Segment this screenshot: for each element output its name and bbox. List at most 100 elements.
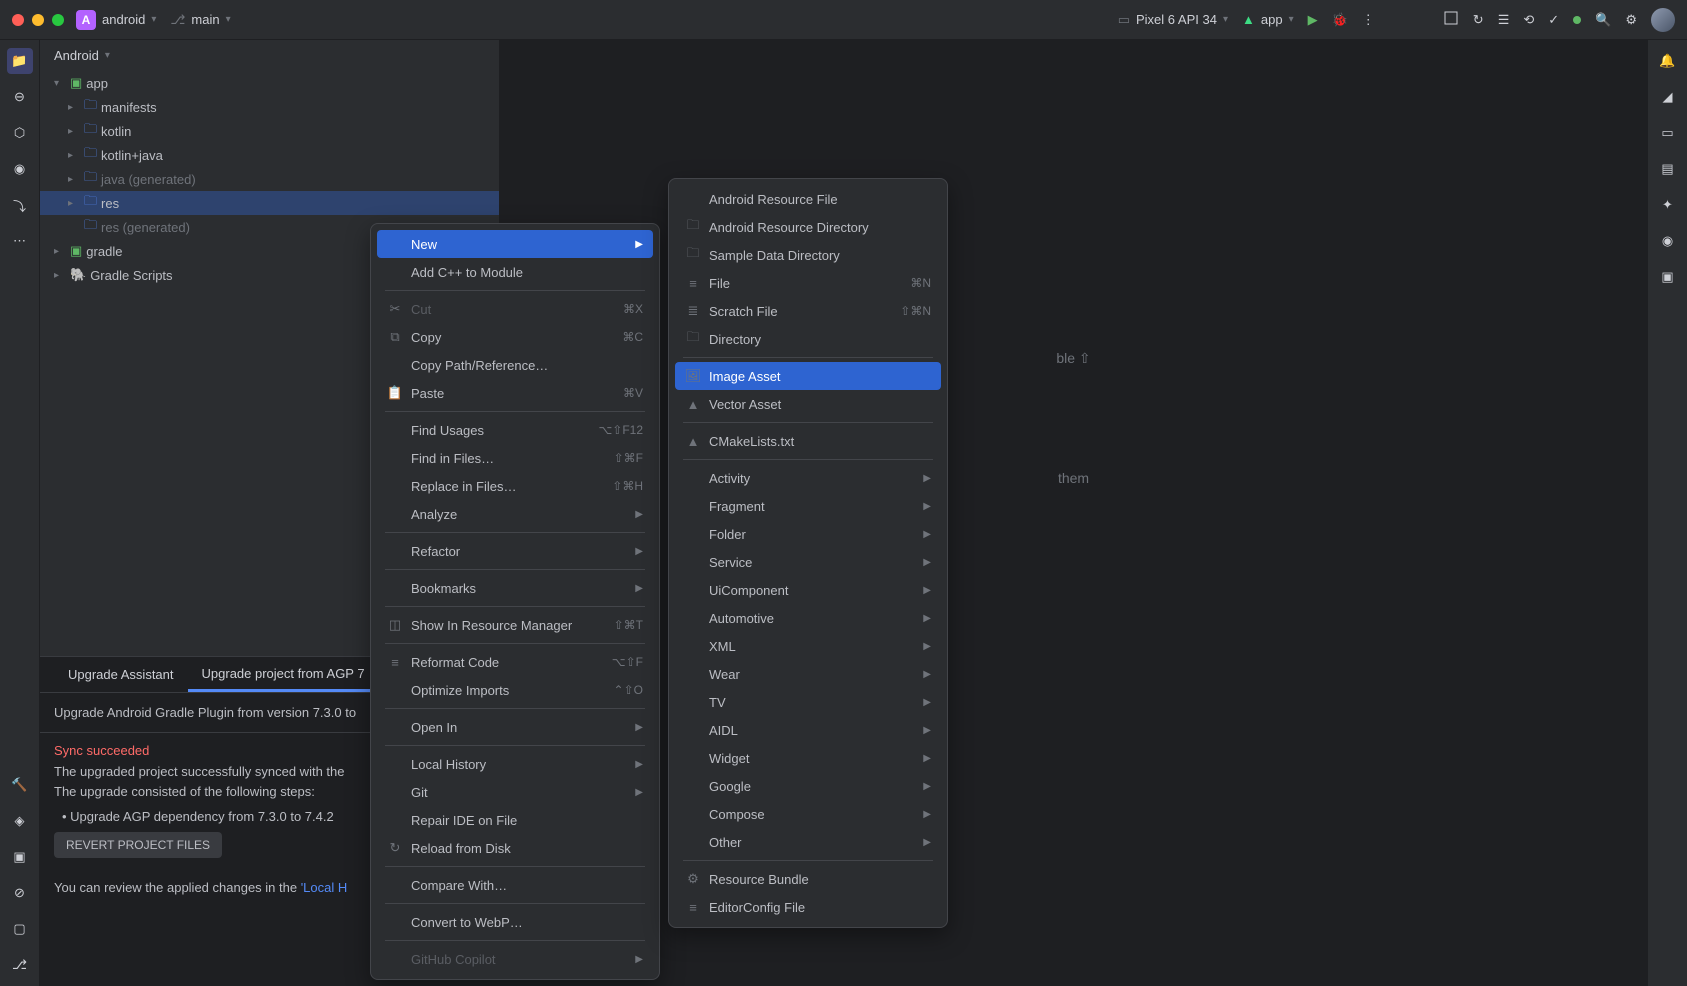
menu-item[interactable]: Convert to WebP…: [377, 908, 653, 936]
pull-requests-icon[interactable]: ⤵: [7, 192, 33, 218]
more-actions-icon[interactable]: ⋮: [1362, 12, 1375, 28]
menu-item[interactable]: Find Usages⌥⇧F12: [377, 416, 653, 444]
menu-item[interactable]: Service▶: [675, 548, 941, 576]
menu-item[interactable]: ≡File⌘N: [675, 269, 941, 297]
menu-item[interactable]: ✂Cut⌘X: [377, 295, 653, 323]
menu-item[interactable]: ≡EditorConfig File: [675, 893, 941, 921]
project-selector[interactable]: android: [102, 12, 145, 27]
menu-item[interactable]: 🖼Image Asset: [675, 362, 941, 390]
menu-item[interactable]: Copy Path/Reference…: [377, 351, 653, 379]
menu-item[interactable]: 🗀Directory: [675, 325, 941, 353]
menu-item[interactable]: 🗀Sample Data Directory: [675, 241, 941, 269]
user-avatar[interactable]: [1651, 8, 1675, 32]
ai-assistant-icon[interactable]: ✦: [1655, 192, 1681, 218]
more-tool-icon[interactable]: ⋯: [7, 228, 33, 254]
menu-item[interactable]: Activity▶: [675, 464, 941, 492]
update-icon[interactable]: ↻: [1473, 12, 1484, 28]
menu-item[interactable]: ▲CMakeLists.txt: [675, 427, 941, 455]
menu-item[interactable]: Add C++ to Module: [377, 258, 653, 286]
menu-item[interactable]: Compose▶: [675, 800, 941, 828]
menu-item[interactable]: Google▶: [675, 772, 941, 800]
menu-item[interactable]: TV▶: [675, 688, 941, 716]
menu-item[interactable]: Wear▶: [675, 660, 941, 688]
copilot-icon[interactable]: ◉: [1655, 228, 1681, 254]
close-window-button[interactable]: [12, 14, 24, 26]
menu-label: Widget: [709, 751, 915, 766]
menu-item[interactable]: Android Resource File: [675, 185, 941, 213]
code-with-me-icon[interactable]: [1443, 10, 1459, 29]
menu-item[interactable]: ◫Show In Resource Manager⇧⌘T: [377, 611, 653, 639]
menu-item[interactable]: Bookmarks▶: [377, 574, 653, 602]
revert-button[interactable]: REVERT PROJECT FILES: [54, 832, 222, 858]
tree-node-res[interactable]: ▸ 🗀 res: [40, 191, 499, 215]
bookmarks-tool-icon[interactable]: ◉: [7, 156, 33, 182]
menu-item[interactable]: Fragment▶: [675, 492, 941, 520]
menu-item[interactable]: 🗀Android Resource Directory: [675, 213, 941, 241]
problems-tool-icon[interactable]: ⊘: [7, 880, 33, 906]
search-icon[interactable]: 🔍: [1595, 12, 1611, 28]
gradle-tool-icon[interactable]: ◢: [1655, 84, 1681, 110]
device-manager-icon[interactable]: ▭: [1655, 120, 1681, 146]
menu-item[interactable]: Compare With…: [377, 871, 653, 899]
tree-node-kotlin[interactable]: ▸ 🗀 kotlin: [40, 119, 499, 143]
menu-item[interactable]: Open In▶: [377, 713, 653, 741]
run-button[interactable]: ▶: [1308, 12, 1318, 28]
structure-tool-icon[interactable]: ⬡: [7, 120, 33, 146]
project-tool-icon[interactable]: 📁: [7, 48, 33, 74]
emulator-icon[interactable]: ▣: [1655, 264, 1681, 290]
menu-item[interactable]: ≣Scratch File⇧⌘N: [675, 297, 941, 325]
copy-icon: ⧉: [387, 329, 403, 345]
maximize-window-button[interactable]: [52, 14, 64, 26]
build-tool-icon[interactable]: 🔨: [7, 772, 33, 798]
menu-item[interactable]: New▶: [377, 230, 653, 258]
menu-item[interactable]: ≡Reformat Code⌥⇧F: [377, 648, 653, 676]
branch-selector[interactable]: ⎇ main ▾: [170, 12, 230, 28]
services-tool-icon[interactable]: ◈: [7, 808, 33, 834]
menu-item[interactable]: Refactor▶: [377, 537, 653, 565]
menu-item[interactable]: Git▶: [377, 778, 653, 806]
commit-tool-icon[interactable]: ⊖: [7, 84, 33, 110]
settings-icon[interactable]: ⚙: [1625, 12, 1637, 28]
menu-item[interactable]: Repair IDE on File: [377, 806, 653, 834]
local-history-link[interactable]: 'Local H: [301, 880, 348, 895]
tree-node-kotlinjava[interactable]: ▸ 🗀 kotlin+java: [40, 143, 499, 167]
tree-node-java-gen[interactable]: ▸ 🗀 java (generated): [40, 167, 499, 191]
list-icon[interactable]: ☰: [1498, 12, 1510, 28]
device-selector[interactable]: ▭ Pixel 6 API 34 ▾: [1118, 12, 1228, 28]
menu-item[interactable]: UiComponent▶: [675, 576, 941, 604]
menu-item[interactable]: ⚙Resource Bundle: [675, 865, 941, 893]
running-devices-icon[interactable]: ▤: [1655, 156, 1681, 182]
menu-item[interactable]: Other▶: [675, 828, 941, 856]
menu-item[interactable]: ↻Reload from Disk: [377, 834, 653, 862]
tab-upgrade-assistant[interactable]: Upgrade Assistant: [54, 659, 188, 690]
menu-item[interactable]: GitHub Copilot▶: [377, 945, 653, 973]
menu-item[interactable]: Widget▶: [675, 744, 941, 772]
notifications-icon[interactable]: 🔔: [1655, 48, 1681, 74]
project-panel-header[interactable]: Android ▾: [40, 40, 499, 71]
terminal-tool-icon[interactable]: ▢: [7, 916, 33, 942]
menu-item[interactable]: AIDL▶: [675, 716, 941, 744]
menu-item[interactable]: Automotive▶: [675, 604, 941, 632]
chevron-down-icon: ▾: [151, 14, 156, 25]
menu-item[interactable]: Optimize Imports⌃⇧O: [377, 676, 653, 704]
commit-icon[interactable]: ✓: [1548, 12, 1559, 28]
logcat-tool-icon[interactable]: ▣: [7, 844, 33, 870]
vcs-tool-icon[interactable]: ⎇: [7, 952, 33, 978]
menu-item[interactable]: Analyze▶: [377, 500, 653, 528]
menu-item[interactable]: ▲Vector Asset: [675, 390, 941, 418]
menu-item[interactable]: XML▶: [675, 632, 941, 660]
run-config-selector[interactable]: ▲ app ▾: [1242, 12, 1294, 27]
tab-upgrade-project[interactable]: Upgrade project from AGP 7: [188, 658, 379, 692]
menu-item[interactable]: Local History▶: [377, 750, 653, 778]
tree-node-app[interactable]: ▾ ▣ app: [40, 71, 499, 95]
tree-node-manifests[interactable]: ▸ 🗀 manifests: [40, 95, 499, 119]
menu-item[interactable]: 📋Paste⌘V: [377, 379, 653, 407]
menu-item[interactable]: Folder▶: [675, 520, 941, 548]
sync-icon[interactable]: ⟲: [1523, 12, 1534, 28]
debug-button[interactable]: 🐞: [1332, 12, 1348, 28]
menu-item[interactable]: Find in Files…⇧⌘F: [377, 444, 653, 472]
menu-label: Fragment: [709, 499, 915, 514]
menu-item[interactable]: ⧉Copy⌘C: [377, 323, 653, 351]
minimize-window-button[interactable]: [32, 14, 44, 26]
menu-item[interactable]: Replace in Files…⇧⌘H: [377, 472, 653, 500]
